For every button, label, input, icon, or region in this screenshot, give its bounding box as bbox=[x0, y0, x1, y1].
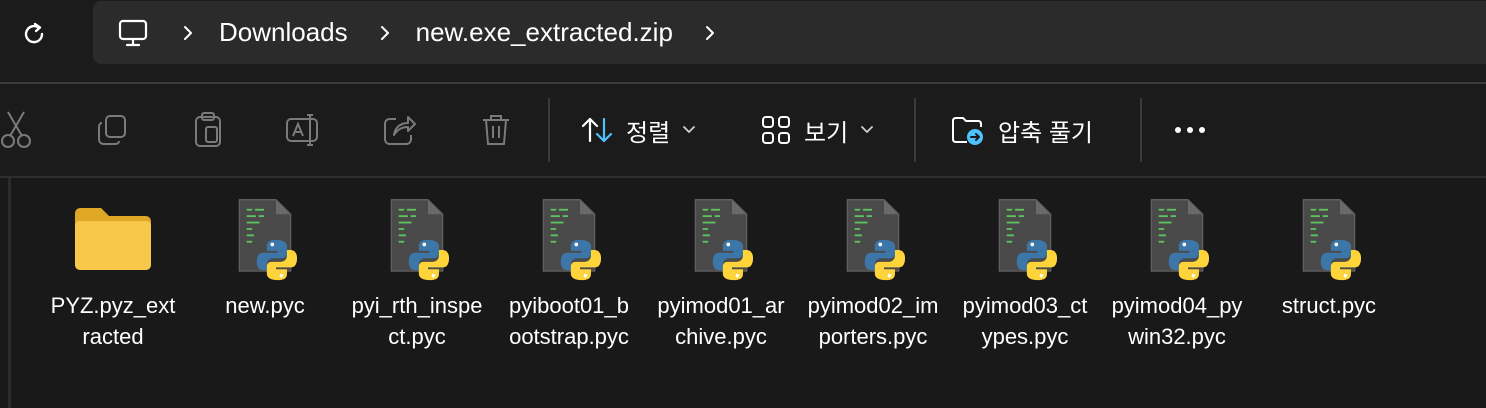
breadcrumb-item-downloads[interactable]: Downloads bbox=[209, 17, 358, 48]
copy-button[interactable] bbox=[90, 108, 134, 152]
extract-icon bbox=[952, 117, 983, 145]
file-item-pyc[interactable]: pyi_rth_inspect.pyc bbox=[342, 196, 492, 352]
toolbar-separator bbox=[548, 98, 550, 162]
file-name: pyimod04_pywin32.pyc bbox=[1111, 293, 1243, 349]
cut-icon bbox=[1, 111, 31, 148]
breadcrumb-item-zip[interactable]: new.exe_extracted.zip bbox=[406, 17, 683, 48]
file-name: struct.pyc bbox=[1281, 293, 1377, 318]
delete-button[interactable] bbox=[474, 108, 518, 152]
more-options-button[interactable] bbox=[1168, 108, 1212, 152]
chevron-right-icon bbox=[380, 25, 389, 40]
refresh-icon bbox=[24, 22, 44, 44]
python-file-icon bbox=[1150, 198, 1210, 281]
file-item-pyc[interactable]: pyiboot01_bootstrap.pyc bbox=[494, 196, 644, 352]
sort-label: 정렬 bbox=[626, 119, 671, 147]
more-icon bbox=[1175, 127, 1205, 133]
cut-button[interactable] bbox=[0, 108, 38, 152]
extract-all-label: 압축 풀기 bbox=[998, 119, 1093, 147]
file-item-pyc[interactable]: pyimod01_archive.pyc bbox=[646, 196, 796, 352]
chevron-right-icon bbox=[705, 25, 714, 40]
chevron-down-icon bbox=[861, 126, 874, 133]
address-bar[interactable]: Downloads new.exe_extracted.zip bbox=[93, 1, 1486, 64]
file-name: pyimod03_ctypes.pyc bbox=[962, 293, 1088, 349]
rename-icon bbox=[286, 114, 318, 146]
file-name: pyi_rth_inspect.pyc bbox=[351, 293, 483, 349]
python-file-icon bbox=[390, 198, 450, 281]
toolbar-separator bbox=[1140, 98, 1142, 162]
chevron-down-icon bbox=[683, 126, 696, 133]
command-bar: 정렬 보기 압축 풀기 bbox=[0, 84, 1486, 176]
paste-button[interactable] bbox=[186, 108, 230, 152]
view-icon bbox=[762, 116, 790, 144]
breadcrumb-separator[interactable] bbox=[695, 13, 725, 53]
python-file-icon bbox=[846, 198, 906, 281]
file-name: pyimod02_importers.pyc bbox=[807, 293, 939, 349]
file-item-pyc[interactable]: struct.pyc bbox=[1254, 196, 1404, 321]
python-file-icon bbox=[238, 198, 298, 281]
share-icon bbox=[384, 116, 416, 145]
python-file-icon bbox=[694, 198, 754, 281]
refresh-button[interactable] bbox=[14, 14, 54, 54]
file-item-pyc[interactable]: pyimod03_ctypes.pyc bbox=[950, 196, 1100, 352]
sort-icon bbox=[581, 117, 613, 143]
view-button[interactable]: 보기 bbox=[760, 106, 874, 154]
file-item-pyc[interactable]: new.pyc bbox=[190, 196, 340, 321]
file-item-pyc[interactable]: pyimod04_pywin32.pyc bbox=[1102, 196, 1252, 352]
breadcrumb-separator[interactable] bbox=[173, 13, 203, 53]
file-list: PYZ.pyz_extracted new.pyc pyi_rth_inspec… bbox=[0, 178, 1486, 408]
file-name: pyiboot01_bootstrap.pyc bbox=[509, 293, 629, 349]
this-pc-button[interactable] bbox=[113, 13, 153, 53]
delete-icon bbox=[483, 115, 509, 145]
view-label: 보기 bbox=[804, 119, 849, 147]
share-button[interactable] bbox=[378, 108, 422, 152]
extract-all-button[interactable]: 압축 풀기 bbox=[950, 106, 1093, 154]
python-file-icon bbox=[1302, 198, 1362, 281]
python-file-icon bbox=[998, 198, 1058, 281]
folder-icon bbox=[75, 208, 151, 270]
copy-icon bbox=[98, 115, 126, 145]
file-item-folder[interactable]: PYZ.pyz_extracted bbox=[38, 196, 188, 352]
rename-button[interactable] bbox=[282, 108, 326, 152]
python-file-icon bbox=[542, 198, 602, 281]
file-name: pyimod01_archive.pyc bbox=[657, 293, 785, 349]
toolbar-separator bbox=[914, 98, 916, 162]
navigation-pane-edge[interactable] bbox=[8, 178, 11, 408]
file-name: new.pyc bbox=[225, 293, 305, 318]
chevron-right-icon bbox=[184, 25, 192, 40]
this-pc-icon bbox=[118, 19, 148, 46]
file-item-pyc[interactable]: pyimod02_importers.pyc bbox=[798, 196, 948, 352]
paste-icon bbox=[195, 112, 221, 147]
title-bar: Downloads new.exe_extracted.zip bbox=[0, 0, 1486, 82]
breadcrumb-separator[interactable] bbox=[370, 13, 400, 53]
file-name: PYZ.pyz_extracted bbox=[50, 293, 176, 349]
sort-button[interactable]: 정렬 bbox=[580, 106, 696, 154]
